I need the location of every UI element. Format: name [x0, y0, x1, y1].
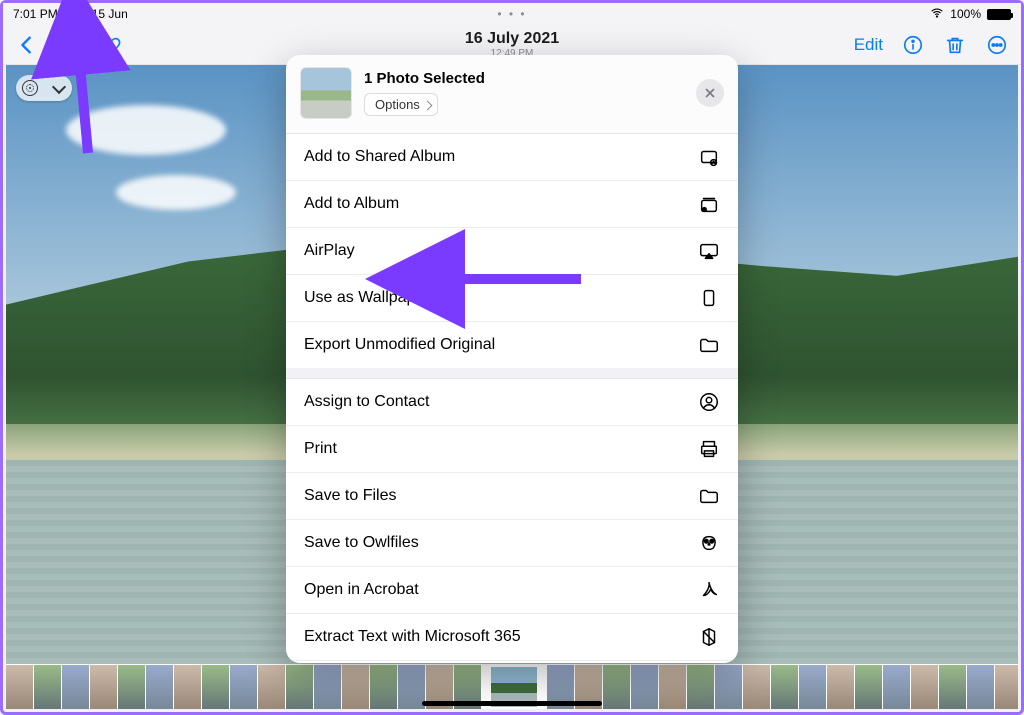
- action-label: AirPlay: [304, 242, 355, 260]
- action-label: Save to Owlfiles: [304, 534, 419, 552]
- action-label: Export Unmodified Original: [304, 336, 495, 354]
- thumbnail[interactable]: [118, 665, 145, 709]
- thumbnail[interactable]: [34, 665, 61, 709]
- action-label: Open in Acrobat: [304, 581, 419, 599]
- folder-icon: [698, 485, 720, 507]
- shared-album-icon: [698, 146, 720, 168]
- multitask-dots[interactable]: • • •: [497, 7, 526, 21]
- action-label: Assign to Contact: [304, 393, 429, 411]
- share-action-add-to-album[interactable]: Add to Album: [286, 181, 738, 228]
- thumbnail[interactable]: [258, 665, 285, 709]
- thumbnail[interactable]: [202, 665, 229, 709]
- info-button[interactable]: [901, 33, 925, 57]
- thumbnail[interactable]: [230, 665, 257, 709]
- chevron-right-icon: [424, 97, 431, 112]
- airplay-icon: [698, 240, 720, 262]
- status-date: Thu 15 Jun: [68, 7, 128, 21]
- live-icon: [22, 80, 38, 96]
- battery-pct: 100%: [950, 7, 981, 21]
- share-action-export-unmodified-original[interactable]: Export Unmodified Original: [286, 322, 738, 368]
- share-button[interactable]: [57, 33, 81, 57]
- action-label: Extract Text with Microsoft 365: [304, 628, 521, 646]
- thumbnail[interactable]: [995, 665, 1018, 709]
- thumbnail[interactable]: [659, 665, 686, 709]
- thumbnail[interactable]: [715, 665, 742, 709]
- album-icon: [698, 193, 720, 215]
- thumbnail[interactable]: [370, 665, 397, 709]
- thumbnail[interactable]: [603, 665, 630, 709]
- back-button[interactable]: [15, 33, 39, 57]
- thumbnail[interactable]: [174, 665, 201, 709]
- photo-date: 16 July 2021: [465, 30, 559, 48]
- thumbnail[interactable]: [855, 665, 882, 709]
- action-label: Add to Album: [304, 195, 399, 213]
- wifi-icon: [930, 6, 944, 23]
- share-action-airplay[interactable]: AirPlay: [286, 228, 738, 275]
- live-photo-badge[interactable]: [16, 75, 72, 101]
- thumbnail[interactable]: [967, 665, 994, 709]
- thumbnail[interactable]: [6, 665, 33, 709]
- close-button[interactable]: [696, 79, 724, 107]
- thumbnail[interactable]: [687, 665, 714, 709]
- folder-icon: [698, 334, 720, 356]
- share-action-open-in-acrobat[interactable]: Open in Acrobat: [286, 567, 738, 614]
- share-sheet: 1 Photo Selected Options Add to Shared A…: [286, 55, 738, 663]
- thumbnail[interactable]: [883, 665, 910, 709]
- wallpaper-icon: [698, 287, 720, 309]
- share-title: 1 Photo Selected: [364, 70, 684, 87]
- action-label: Add to Shared Album: [304, 148, 455, 166]
- share-thumbnail: [300, 67, 352, 119]
- share-action-extract-text-with-microsoft-365[interactable]: Extract Text with Microsoft 365: [286, 614, 738, 661]
- thumbnail[interactable]: [911, 665, 938, 709]
- share-action-print[interactable]: Print: [286, 426, 738, 473]
- share-action-r-download[interactable]: R↓Download: [286, 661, 738, 663]
- thumbnail[interactable]: [799, 665, 826, 709]
- share-options-label: Options: [375, 97, 420, 112]
- share-options-button[interactable]: Options: [364, 93, 438, 116]
- status-time: 7:01 PM: [13, 7, 58, 21]
- print-icon: [698, 438, 720, 460]
- thumbnail[interactable]: [771, 665, 798, 709]
- share-action-use-as-wallpaper[interactable]: Use as Wallpaper: [286, 275, 738, 322]
- thumbnail[interactable]: [62, 665, 89, 709]
- thumbnail[interactable]: [827, 665, 854, 709]
- status-bar: 7:01 PM Thu 15 Jun • • • 100%: [3, 3, 1021, 25]
- thumbnail[interactable]: [90, 665, 117, 709]
- home-indicator[interactable]: [422, 701, 602, 706]
- chevron-down-icon: [54, 79, 64, 97]
- share-sheet-header: 1 Photo Selected Options: [286, 55, 738, 133]
- share-action-add-to-shared-album[interactable]: Add to Shared Album: [286, 134, 738, 181]
- share-action-assign-to-contact[interactable]: Assign to Contact: [286, 379, 738, 426]
- favorite-button[interactable]: [99, 33, 123, 57]
- contact-icon: [698, 391, 720, 413]
- more-button[interactable]: [985, 33, 1009, 57]
- share-action-save-to-files[interactable]: Save to Files: [286, 473, 738, 520]
- acrobat-icon: [698, 579, 720, 601]
- edit-button[interactable]: Edit: [854, 35, 883, 55]
- action-label: Print: [304, 440, 337, 458]
- owl-icon: [698, 532, 720, 554]
- battery-icon: [987, 9, 1011, 20]
- ms365-icon: [698, 626, 720, 648]
- thumbnail[interactable]: [286, 665, 313, 709]
- action-label: Save to Files: [304, 487, 396, 505]
- delete-button[interactable]: [943, 33, 967, 57]
- share-group-2: Assign to Contact Print Save to Files Save …: [286, 378, 738, 663]
- thumbnail[interactable]: [631, 665, 658, 709]
- share-action-save-to-owlfiles[interactable]: Save to Owlfiles: [286, 520, 738, 567]
- thumbnail[interactable]: [939, 665, 966, 709]
- thumbnail[interactable]: [743, 665, 770, 709]
- thumbnail[interactable]: [146, 665, 173, 709]
- thumbnail[interactable]: [342, 665, 369, 709]
- thumbnail[interactable]: [398, 665, 425, 709]
- action-label: Use as Wallpaper: [304, 289, 430, 307]
- share-group-1: Add to Shared Album Add to Album AirPlay Us…: [286, 133, 738, 368]
- thumbnail[interactable]: [314, 665, 341, 709]
